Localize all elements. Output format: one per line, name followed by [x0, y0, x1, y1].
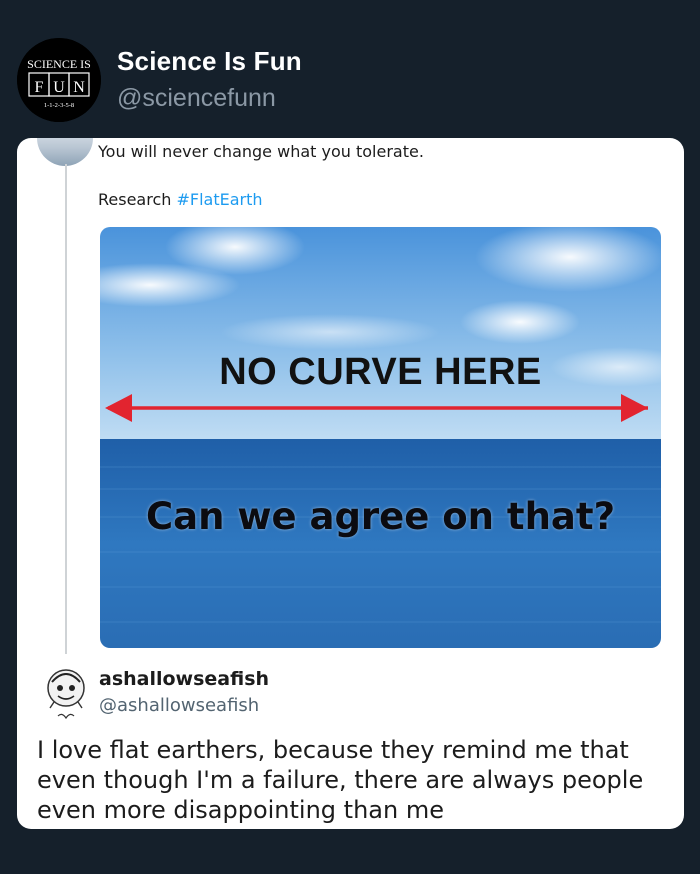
reply-user-handle[interactable]: @ashallowseafish: [99, 695, 259, 716]
account-handle[interactable]: @sciencefunn: [117, 84, 276, 113]
account-display-name[interactable]: Science Is Fun: [117, 46, 302, 77]
svg-text:1-1-2-3-5-8: 1-1-2-3-5-8: [44, 102, 74, 109]
ocean-horizon-image: [100, 227, 661, 648]
hashtag-link[interactable]: #FlatEarth: [176, 190, 262, 209]
svg-text:SCIENCE IS: SCIENCE IS: [27, 57, 91, 71]
svg-text:F: F: [35, 79, 44, 96]
screenshot-card: You will never change what you tolerate.…: [17, 138, 684, 829]
svg-text:N: N: [73, 79, 85, 96]
meme-title-text: NO CURVE HERE: [219, 351, 542, 393]
science-is-fun-logo: SCIENCE IS F U N 1-1-2-3-5-8: [17, 38, 101, 122]
meme-question-text: Can we agree on that?: [145, 495, 616, 538]
research-word: Research: [98, 190, 172, 209]
account-avatar[interactable]: SCIENCE IS F U N 1-1-2-3-5-8: [17, 38, 101, 122]
meme-image[interactable]: NO CURVE HERE Can we agree on that?: [100, 227, 661, 648]
thread-connector-line: [65, 164, 67, 654]
svg-text:U: U: [53, 79, 65, 96]
reply-post-text: I love flat earthers, because they remin…: [37, 736, 644, 824]
quoted-post-research-line: Research #FlatEarth: [98, 190, 263, 209]
quoted-user-avatar: [37, 138, 93, 166]
post-header: SCIENCE IS F U N 1-1-2-3-5-8 Science Is …: [0, 0, 700, 136]
reply-user-avatar[interactable]: [44, 664, 88, 724]
reply-user-name[interactable]: ashallowseafish: [99, 668, 269, 690]
quoted-post-text: You will never change what you tolerate.: [98, 142, 424, 161]
